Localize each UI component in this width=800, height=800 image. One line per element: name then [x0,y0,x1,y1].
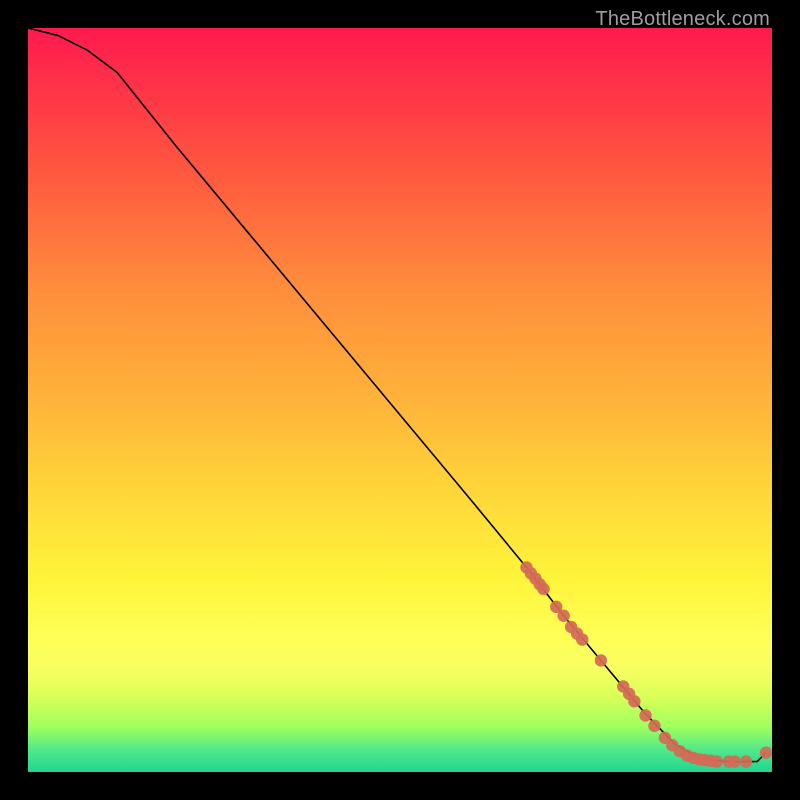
sample-dot [628,695,640,707]
sample-dot [557,610,569,622]
bottleneck-curve [28,28,766,762]
sample-dot [648,720,660,732]
chart-frame: TheBottleneck.com [0,0,800,800]
sample-dot [711,755,723,767]
sample-dot [729,755,741,767]
sample-dot [595,654,607,666]
sample-dot [760,746,772,758]
chart-svg [28,28,772,772]
sample-dot [576,633,588,645]
plot-area [28,28,772,772]
sample-dot [537,583,549,595]
sample-dot [639,709,651,721]
sample-dot [740,755,752,767]
sample-dots [520,561,772,768]
